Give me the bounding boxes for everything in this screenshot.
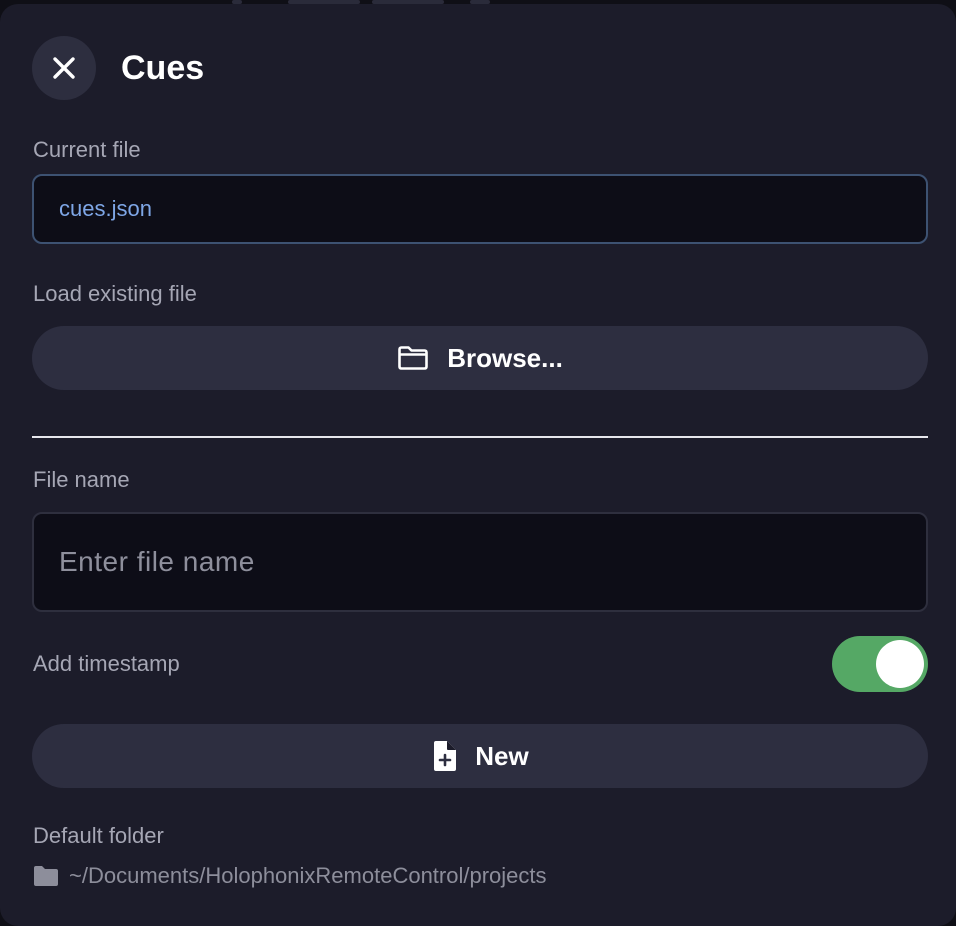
file-plus-icon (431, 740, 457, 772)
add-timestamp-label: Add timestamp (33, 651, 180, 676)
current-file-label: Current file (33, 137, 141, 162)
folder-outline-icon (397, 345, 429, 371)
default-folder-path: ~/Documents/HolophonixRemoteControl/proj… (69, 863, 547, 888)
current-file-field[interactable]: cues.json (32, 174, 928, 244)
new-file-button[interactable]: New (32, 724, 928, 788)
folder-icon (33, 865, 59, 887)
default-folder-label: Default folder (33, 823, 164, 848)
new-file-button-label: New (475, 740, 529, 771)
default-folder-row: ~/Documents/HolophonixRemoteControl/proj… (33, 862, 547, 890)
panel-title: Cues (121, 49, 205, 87)
browse-button[interactable]: Browse... (32, 326, 928, 390)
file-name-label: File name (33, 467, 130, 492)
add-timestamp-toggle[interactable] (832, 636, 928, 692)
close-button[interactable] (32, 36, 96, 100)
section-divider (32, 436, 928, 438)
file-name-input[interactable] (32, 512, 928, 612)
current-file-value: cues.json (59, 196, 152, 221)
close-icon (51, 55, 77, 81)
load-existing-label: Load existing file (33, 281, 197, 306)
cues-file-panel: Cues Current file cues.json Load existin… (0, 4, 956, 926)
toggle-knob (876, 640, 924, 688)
browse-button-label: Browse... (447, 342, 563, 373)
